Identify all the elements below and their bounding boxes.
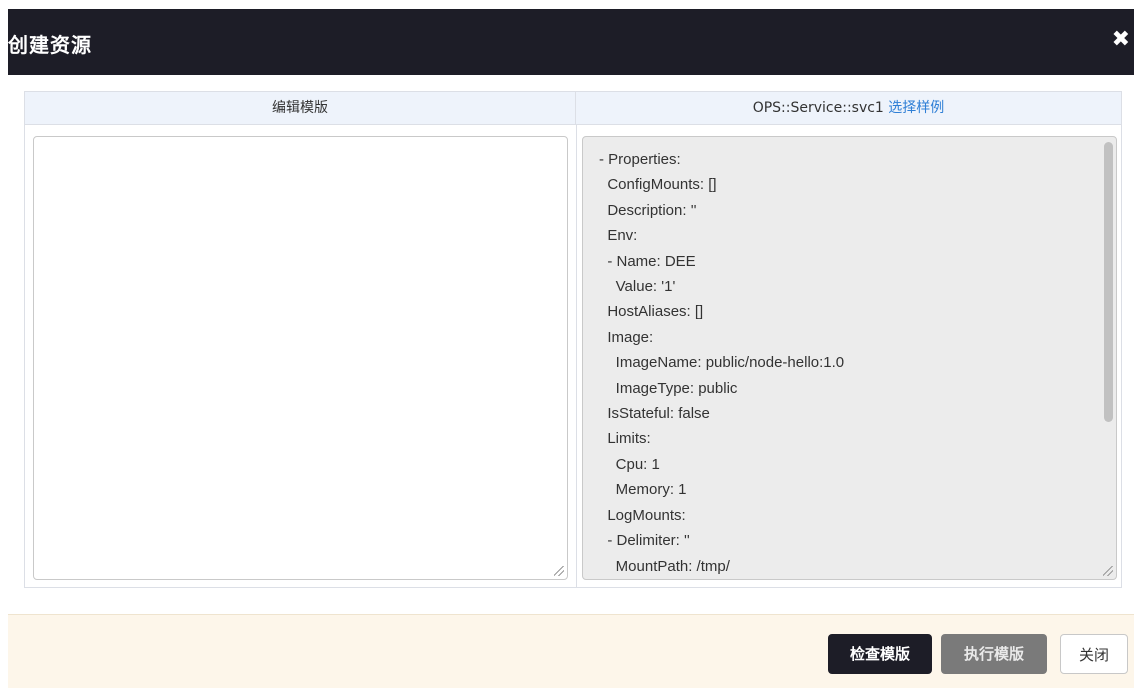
check-template-button[interactable]: 检查模版 (828, 634, 932, 674)
edit-template-header: 编辑模版 (25, 92, 576, 125)
close-button[interactable]: 关闭 (1060, 634, 1128, 674)
template-panel: 编辑模版 OPS::Service::svc1 选择样例 - Propertie… (24, 91, 1122, 588)
service-name: OPS::Service::svc1 (752, 100, 889, 116)
sample-line: Env: (599, 227, 638, 245)
sample-line: Limits: (599, 430, 651, 448)
dialog-header: 创建资源 ✖ (8, 9, 1134, 75)
sample-line: - Delimiter: '' (599, 532, 690, 550)
sample-scrollbar[interactable] (1101, 138, 1115, 578)
sample-line: Image: (599, 328, 654, 346)
sample-line: LogMounts: (599, 506, 686, 524)
dialog-title: 创建资源 (8, 33, 92, 57)
sample-line: - Properties: (599, 151, 681, 168)
sample-template-view[interactable]: - Properties: ConfigMounts: [] Descripti… (582, 136, 1117, 580)
sample-line: Memory: 1 (599, 481, 687, 499)
sample-line: ImageType: public (599, 379, 738, 397)
sample-line: ImageName: public/node-hello:1.0 (599, 354, 845, 372)
sample-line: HostAliases: [] (599, 303, 704, 321)
execute-template-button[interactable]: 执行模版 (941, 634, 1047, 674)
sample-line: Description: '' (599, 201, 697, 219)
resize-handle-icon[interactable] (1103, 566, 1113, 576)
sample-line: Value: '1' (599, 278, 676, 296)
close-icon[interactable]: ✖ (1112, 29, 1130, 51)
sample-line: Cpu: 1 (599, 455, 660, 473)
template-editor[interactable] (33, 136, 568, 580)
resize-handle-icon[interactable] (554, 566, 564, 576)
sample-line: ConfigMounts: [] (599, 176, 717, 194)
column-divider (576, 125, 577, 587)
select-sample-link[interactable]: 选择样例 (888, 100, 944, 116)
sample-line: IsStateful: false (599, 405, 710, 423)
sample-line: - Name: DEE (599, 252, 696, 270)
dialog-footer: 检查模版 执行模版 关闭 (8, 614, 1134, 688)
scrollbar-thumb[interactable] (1104, 142, 1113, 422)
sample-yaml-text: - Properties: ConfigMounts: [] Descripti… (599, 147, 844, 579)
sample-header: OPS::Service::svc1 选择样例 (576, 92, 1121, 125)
sample-line: MountPath: /tmp/ (599, 557, 730, 575)
